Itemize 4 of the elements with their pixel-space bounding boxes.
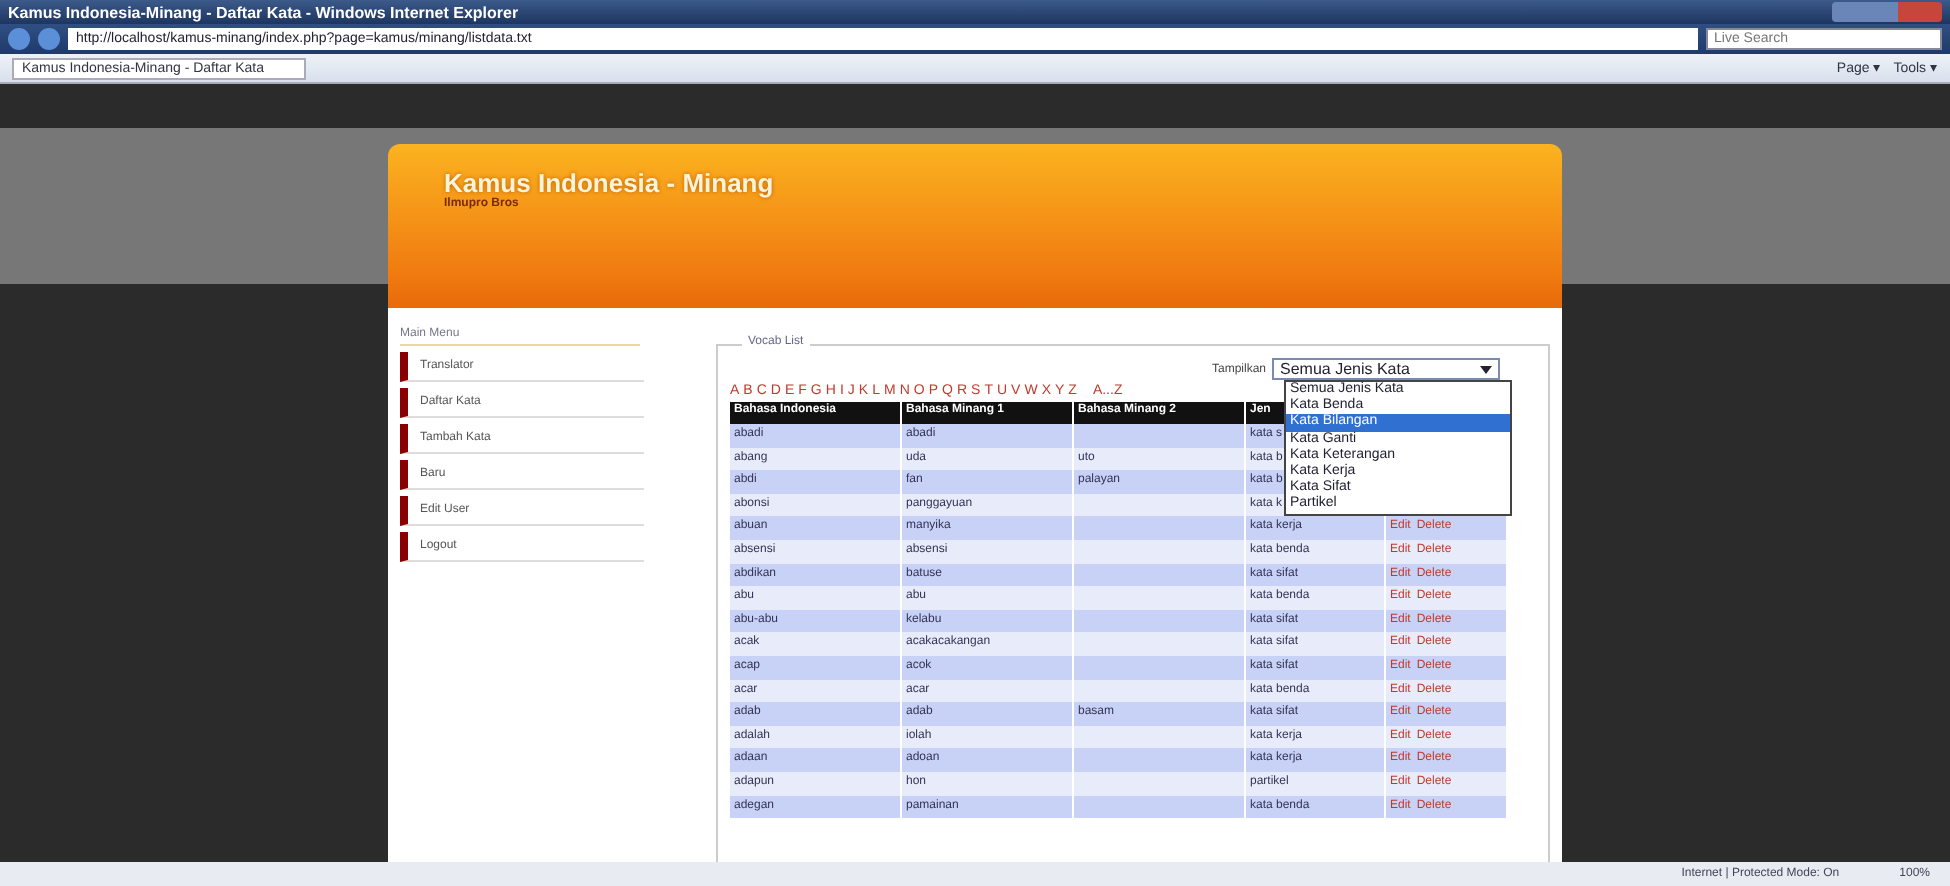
forward-icon[interactable] xyxy=(38,28,60,50)
window-title: Kamus Indonesia-Minang - Daftar Kata - Windows Internet Explorer xyxy=(8,3,519,21)
back-icon[interactable] xyxy=(8,28,30,50)
site-title: Kamus Indonesia - Minang xyxy=(444,168,776,198)
